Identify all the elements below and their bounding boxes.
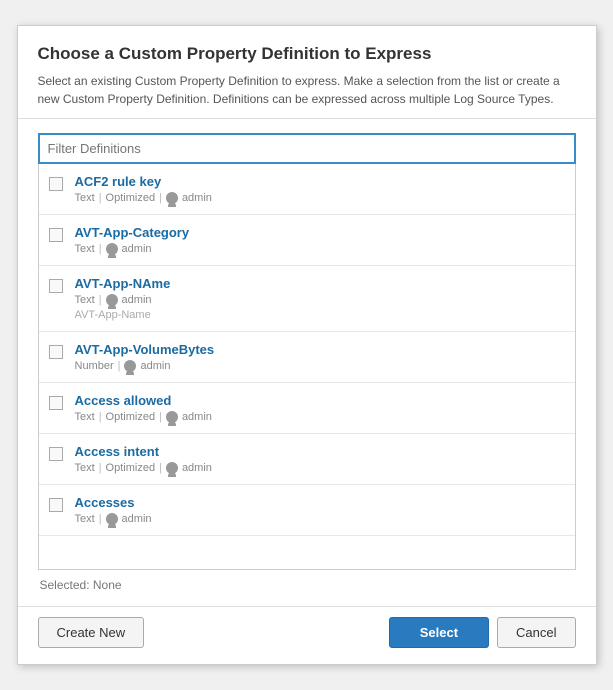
item-alias: AVT-App-Name: [75, 309, 565, 321]
footer-right-buttons: Select Cancel: [389, 617, 576, 648]
separator: |: [99, 294, 102, 306]
item-checkbox[interactable]: [49, 279, 63, 293]
item-content: Access allowed Text | Optimized | admin: [75, 393, 565, 423]
item-owner: admin: [182, 192, 212, 204]
item-owner: admin: [122, 513, 152, 525]
item-content: AVT-App-NAme Text | admin AVT-App-Name: [75, 276, 565, 321]
item-content: ACF2 rule key Text | Optimized | admin: [75, 174, 565, 204]
item-content: Access intent Text | Optimized | admin: [75, 444, 565, 474]
item-type: Text: [75, 294, 95, 306]
item-type: Text: [75, 513, 95, 525]
item-meta: Text | Optimized | admin: [75, 462, 565, 474]
item-type: Text: [75, 192, 95, 204]
list-item[interactable]: Access allowed Text | Optimized | admin: [39, 383, 575, 434]
item-checkbox[interactable]: [49, 396, 63, 410]
separator: |: [118, 360, 121, 372]
dialog-title: Choose a Custom Property Definition to E…: [38, 44, 576, 64]
item-type: Text: [75, 411, 95, 423]
dialog-footer: Create New Select Cancel: [18, 606, 596, 664]
dialog-header: Choose a Custom Property Definition to E…: [18, 26, 596, 119]
item-optimized: Optimized: [106, 411, 156, 423]
dialog-description: Select an existing Custom Property Defin…: [38, 72, 576, 108]
separator: |: [99, 411, 102, 423]
item-meta: Text | admin: [75, 513, 565, 525]
list-item[interactable]: AVT-App-Category Text | admin: [39, 215, 575, 266]
item-name: AVT-App-VolumeBytes: [75, 342, 565, 357]
item-content: AVT-App-VolumeBytes Number | admin: [75, 342, 565, 372]
list-item[interactable]: Accesses Text | admin: [39, 485, 575, 536]
user-icon: [106, 294, 118, 306]
create-new-button[interactable]: Create New: [38, 617, 145, 648]
item-checkbox[interactable]: [49, 498, 63, 512]
separator: |: [99, 513, 102, 525]
item-optimized: Optimized: [106, 192, 156, 204]
list-item[interactable]: AVT-App-VolumeBytes Number | admin: [39, 332, 575, 383]
item-meta: Text | admin: [75, 243, 565, 255]
separator: |: [159, 411, 162, 423]
item-meta: Number | admin: [75, 360, 565, 372]
item-name: ACF2 rule key: [75, 174, 565, 189]
item-content: Accesses Text | admin: [75, 495, 565, 525]
item-checkbox[interactable]: [49, 447, 63, 461]
select-button[interactable]: Select: [389, 617, 489, 648]
item-name: AVT-App-Category: [75, 225, 565, 240]
item-content: AVT-App-Category Text | admin: [75, 225, 565, 255]
item-meta: Text | Optimized | admin: [75, 192, 565, 204]
item-owner: admin: [182, 462, 212, 474]
list-item[interactable]: ACF2 rule key Text | Optimized | admin: [39, 164, 575, 215]
separator: |: [99, 462, 102, 474]
item-name: Accesses: [75, 495, 565, 510]
separator: |: [99, 243, 102, 255]
item-owner: admin: [140, 360, 170, 372]
item-owner: admin: [182, 411, 212, 423]
definitions-list: ACF2 rule keyText | Optimized | adminAVT…: [38, 164, 576, 570]
separator: |: [99, 192, 102, 204]
item-type: Text: [75, 462, 95, 474]
item-owner: admin: [122, 243, 152, 255]
filter-input-wrap: [38, 133, 576, 164]
item-name: AVT-App-NAme: [75, 276, 565, 291]
user-icon: [166, 192, 178, 204]
item-meta: Text | admin: [75, 294, 565, 306]
item-type: Number: [75, 360, 114, 372]
item-optimized: Optimized: [106, 462, 156, 474]
user-icon: [106, 513, 118, 525]
item-checkbox[interactable]: [49, 177, 63, 191]
item-owner: admin: [122, 294, 152, 306]
list-item[interactable]: AVT-App-NAme Text | admin AVT-App-Name: [39, 266, 575, 332]
cancel-button[interactable]: Cancel: [497, 617, 575, 648]
filter-input[interactable]: [40, 135, 574, 162]
item-name: Access allowed: [75, 393, 565, 408]
item-meta: Text | Optimized | admin: [75, 411, 565, 423]
user-icon: [106, 243, 118, 255]
selected-status: Selected: None: [38, 570, 576, 596]
item-name: Access intent: [75, 444, 565, 459]
item-checkbox[interactable]: [49, 228, 63, 242]
separator: |: [159, 462, 162, 474]
separator: |: [159, 192, 162, 204]
user-icon: [166, 462, 178, 474]
user-icon: [166, 411, 178, 423]
user-icon: [124, 360, 136, 372]
dialog: Choose a Custom Property Definition to E…: [17, 25, 597, 665]
dialog-body: ACF2 rule keyText | Optimized | adminAVT…: [18, 119, 596, 606]
item-type: Text: [75, 243, 95, 255]
list-item[interactable]: Access intent Text | Optimized | admin: [39, 434, 575, 485]
item-checkbox[interactable]: [49, 345, 63, 359]
